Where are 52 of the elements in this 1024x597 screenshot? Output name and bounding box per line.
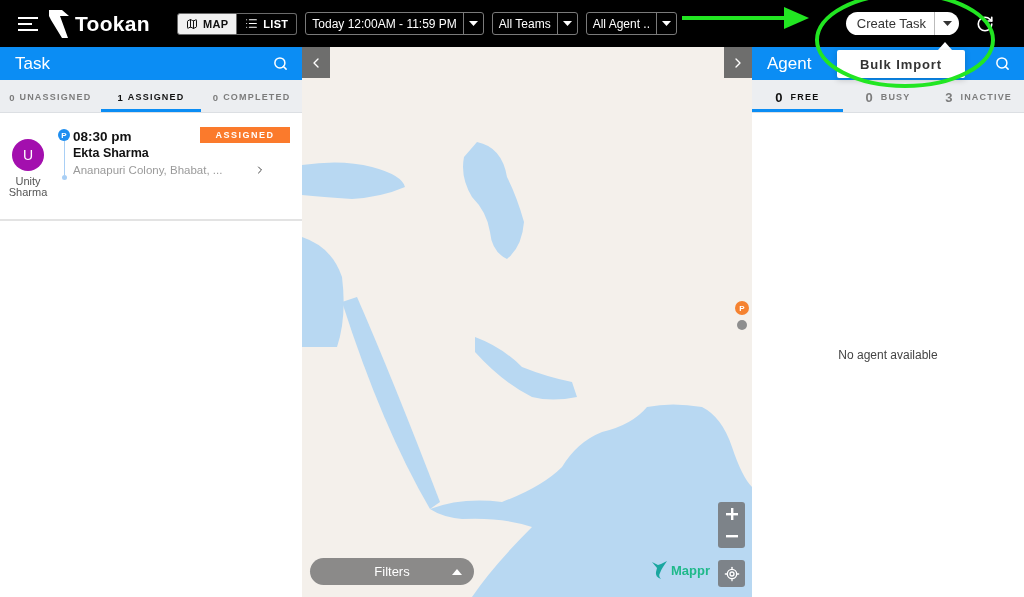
search-icon[interactable] [995,56,1010,71]
view-toggle-button[interactable]: MAP [176,12,238,35]
search-icon[interactable] [273,56,288,71]
collapse-panel-button[interactable] [724,47,752,78]
zoom-in-button[interactable] [718,502,745,525]
bird-logo-icon [652,561,667,579]
connector-line [63,141,65,175]
caret-icon [942,21,952,26]
menu-icon[interactable] [18,16,38,31]
status-tab[interactable]: 3 INACTIVE [933,80,1024,112]
empty-message: No agent available [838,348,938,362]
brand-name: Mappr [671,562,710,578]
task-time: 08:30 pm [73,128,132,144]
list-icon [245,17,259,30]
minus-icon [725,535,738,538]
caret-up-icon [452,569,462,575]
agent-name: Unity Sharma [7,176,49,198]
zoom-out-button[interactable] [718,525,745,548]
status-tab[interactable]: 0 BUSY [842,80,934,112]
menu-pointer-icon [938,42,952,50]
status-tab[interactable]: 0 UNASSIGNED [0,80,101,112]
caret-icon [468,21,478,26]
caret-icon [562,21,572,26]
task-address: Ananapuri Colony, Bhabat, ... [73,164,223,176]
status-tab[interactable]: 0 COMPLETED [201,80,302,112]
status-tab[interactable]: 0 FREE [752,80,843,112]
view-toggle-button[interactable]: LIST [237,12,298,35]
avatar: U [12,139,44,171]
panel-title: Agent [767,53,812,74]
locate-icon [723,565,740,582]
map-icon [185,17,198,30]
logo-text: Tookan [75,11,150,36]
plus-icon [725,507,738,520]
logo-icon [48,8,70,39]
refresh-icon [976,14,994,33]
location-dot-icon [737,320,747,330]
status-tab[interactable]: 1 ASSIGNED [100,80,202,112]
filter-dropdown[interactable]: All Teams [491,12,578,35]
filter-dropdown[interactable]: Today 12:00AM - 11:59 PM [305,12,484,35]
dropdown-toggle-button[interactable] [934,12,959,35]
pickup-marker: P [58,129,70,141]
customer-name: Ekta Sharma [73,146,150,160]
dot-icon [61,175,67,180]
task-card[interactable]: U Unity Sharma P 08:30 pm ASSIGNED Ekta Sharma Ananapuri Colony, Bhabat, ... [0,113,302,221]
caret-icon [662,21,672,26]
panel-title: Task [15,53,50,74]
filter-dropdown[interactable]: All Agent .. [585,12,678,35]
create-task-button[interactable]: Create Task [845,12,934,35]
refresh-button[interactable] [976,14,994,33]
locate-button[interactable] [718,560,745,587]
status-badge: ASSIGNED [200,127,290,143]
collapse-panel-button[interactable] [302,47,330,78]
